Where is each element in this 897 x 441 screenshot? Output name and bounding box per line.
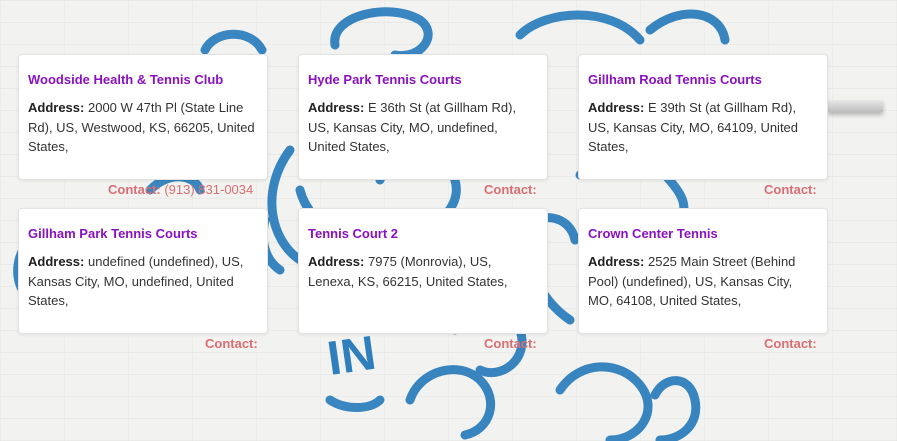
address-label: Address: — [28, 254, 85, 269]
club-address: Address: E 36th St (at Gillham Rd), US, … — [308, 98, 538, 157]
wall-shelf — [828, 100, 883, 112]
club-name[interactable]: Tennis Court 2 — [308, 226, 538, 242]
address-label: Address: — [588, 254, 645, 269]
club-contact: Contact: — [764, 182, 817, 198]
contact-label: Contact: — [484, 182, 537, 197]
club-name[interactable]: Hyde Park Tennis Courts — [308, 72, 538, 88]
address-label: Address: — [308, 254, 365, 269]
club-contact: Contact: — [484, 182, 537, 198]
club-contact: Contact: (913) 831-0034 — [108, 182, 253, 198]
address-label: Address: — [308, 100, 365, 115]
club-card[interactable]: Crown Center Tennis Address: 2525 Main S… — [578, 208, 828, 334]
club-address: Address: 2525 Main Street (Behind Pool) … — [588, 252, 818, 311]
club-address: Address: 2000 W 47th Pl (State Line Rd),… — [28, 98, 258, 157]
contact-label: Contact: — [764, 182, 817, 197]
club-card[interactable]: Tennis Court 2 Address: 7975 (Monrovia),… — [298, 208, 548, 334]
address-label: Address: — [588, 100, 645, 115]
club-card[interactable]: Woodside Health & Tennis Club Address: 2… — [18, 54, 268, 180]
club-card[interactable]: Gillham Park Tennis Courts Address: unde… — [18, 208, 268, 334]
contact-label: Contact: — [484, 336, 537, 351]
club-name[interactable]: Gillham Park Tennis Courts — [28, 226, 258, 242]
club-name[interactable]: Gillham Road Tennis Courts — [588, 72, 818, 88]
club-contact: Contact: — [764, 336, 817, 352]
club-card[interactable]: Hyde Park Tennis Courts Address: E 36th … — [298, 54, 548, 180]
club-contact: Contact: — [205, 336, 258, 352]
club-name[interactable]: Woodside Health & Tennis Club — [28, 72, 258, 88]
contact-label: Contact: — [205, 336, 258, 351]
contact-label: Contact: — [764, 336, 817, 351]
club-card[interactable]: Gillham Road Tennis Courts Address: E 39… — [578, 54, 828, 180]
club-name[interactable]: Crown Center Tennis — [588, 226, 818, 242]
club-address: Address: undefined (undefined), US, Kans… — [28, 252, 258, 311]
club-address: Address: E 39th St (at Gillham Rd), US, … — [588, 98, 818, 157]
mural-text: IN — [324, 327, 379, 386]
contact-phone[interactable]: (913) 831-0034 — [164, 182, 253, 197]
club-contact: Contact: — [484, 336, 537, 352]
contact-label: Contact: — [108, 182, 161, 197]
address-label: Address: — [28, 100, 85, 115]
club-address: Address: 7975 (Monrovia), US, Lenexa, KS… — [308, 252, 538, 291]
